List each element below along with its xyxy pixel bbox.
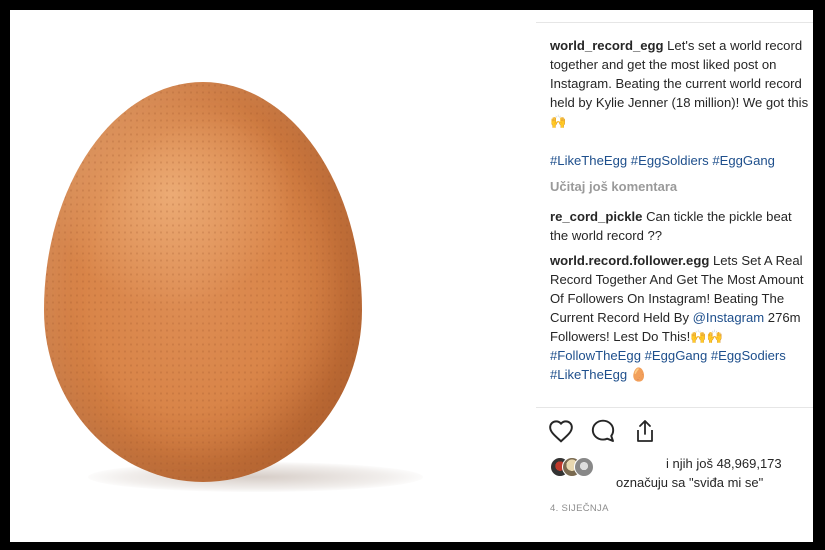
comment-hashtags[interactable]: #FollowTheEgg #EggGang #EggSodiers #Like… xyxy=(550,348,789,382)
likes-count[interactable]: i njih još 48,969,173 xyxy=(666,456,782,471)
comment-username[interactable]: re_cord_pickle xyxy=(550,209,642,224)
comment-username[interactable]: world.record.follower.egg xyxy=(550,253,709,268)
egg-image xyxy=(44,82,362,482)
comment-item: re_cord_pickle Can tickle the pickle bea… xyxy=(550,207,812,245)
actions-divider xyxy=(536,407,813,408)
post-side-panel: world_record_egg Let's set a world recor… xyxy=(536,10,813,542)
liker-avatars[interactable] xyxy=(550,457,610,477)
heart-icon xyxy=(549,420,573,443)
header-divider xyxy=(536,22,813,23)
post-caption: world_record_egg Let's set a world recor… xyxy=(550,36,812,131)
share-button[interactable] xyxy=(630,416,660,446)
likes-label: označuju sa "sviđa mi se" xyxy=(616,475,764,490)
load-more-comments-link[interactable]: Učitaj još komentara xyxy=(550,179,677,194)
post-photo[interactable] xyxy=(10,10,536,542)
caption-hashtags[interactable]: #LikeTheEgg #EggSoldiers #EggGang xyxy=(550,151,812,170)
comment-bubble-icon xyxy=(591,419,615,442)
comment-button[interactable] xyxy=(588,416,618,446)
comment-text: 🥚 xyxy=(627,367,648,382)
post-frame: world_record_egg Let's set a world recor… xyxy=(10,10,813,542)
comment-mention-link[interactable]: @Instagram xyxy=(693,310,765,325)
avatar xyxy=(574,457,594,477)
share-upload-icon xyxy=(637,420,653,442)
caption-username[interactable]: world_record_egg xyxy=(550,38,664,53)
comment-item: world.record.follower.egg Lets Set A Rea… xyxy=(550,251,812,384)
like-button[interactable] xyxy=(546,416,576,446)
post-date: 4. SIJEČNJA xyxy=(550,503,609,514)
